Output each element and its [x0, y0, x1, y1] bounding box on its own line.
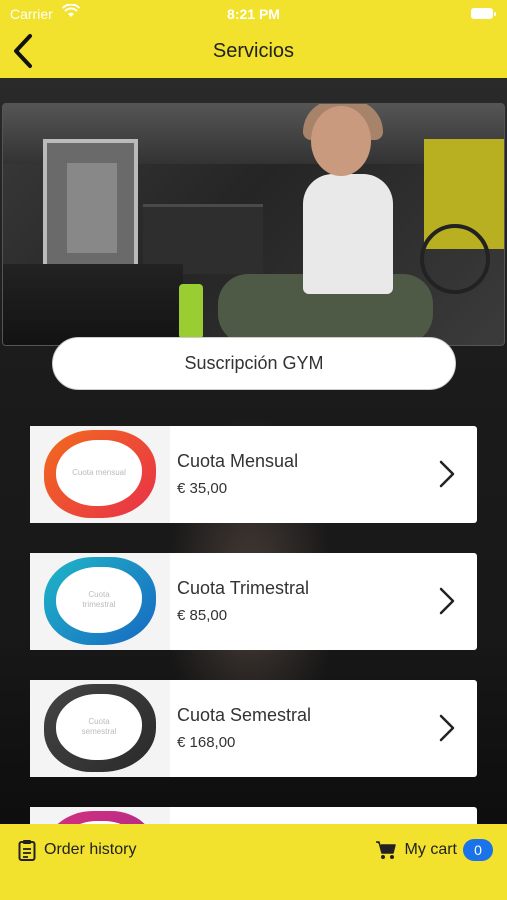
product-thumbnail: Cuota mensual: [30, 426, 170, 523]
product-name: Cuota Mensual: [177, 451, 299, 471]
product-name: Cuota Semestral: [177, 705, 312, 725]
product-price: € 35,00: [177, 480, 228, 497]
chevron-right-icon: [439, 587, 455, 615]
header: Carrier 8:21 PM Servicios: [0, 0, 507, 78]
chevron-right-icon: [439, 460, 455, 488]
page-title: Servicios: [212, 40, 295, 62]
subscription-category-button[interactable]: Suscripción GYM: [52, 337, 456, 390]
my-cart-button[interactable]: My cart 0: [375, 838, 493, 862]
chevron-right-icon: [439, 714, 455, 742]
cart-count-badge: 0: [463, 839, 493, 861]
navigation-bar: Servicios: [0, 28, 507, 76]
product-name: Cuota Trimestral: [177, 578, 310, 598]
product-thumbnail: Cuota semestral: [30, 680, 170, 777]
clock: 8:21 PM: [227, 6, 280, 22]
status-bar: Carrier 8:21 PM: [0, 3, 507, 24]
product-card-semestral[interactable]: Cuota semestral Cuota Semestral € 168,00: [30, 680, 477, 777]
product-price: € 168,00: [177, 734, 236, 751]
product-card-trimestral[interactable]: Cuota trimestral Cuota Trimestral € 85,0…: [30, 553, 477, 650]
product-thumbnail: Cuota trimestral: [30, 553, 170, 650]
subscription-category-label: Suscripción GYM: [184, 353, 324, 373]
product-card-mensual[interactable]: Cuota mensual Cuota Mensual € 35,00: [30, 426, 477, 523]
product-price: € 85,00: [177, 607, 228, 624]
hero-image: [2, 103, 505, 346]
bottom-toolbar: Order history My cart 0: [0, 824, 507, 900]
clipboard-icon: [18, 840, 36, 861]
order-history-button[interactable]: Order history: [18, 838, 136, 862]
cart-icon: [375, 841, 396, 859]
my-cart-label: My cart: [404, 841, 457, 858]
order-history-label: Order history: [44, 841, 137, 858]
battery-icon: [471, 8, 496, 19]
